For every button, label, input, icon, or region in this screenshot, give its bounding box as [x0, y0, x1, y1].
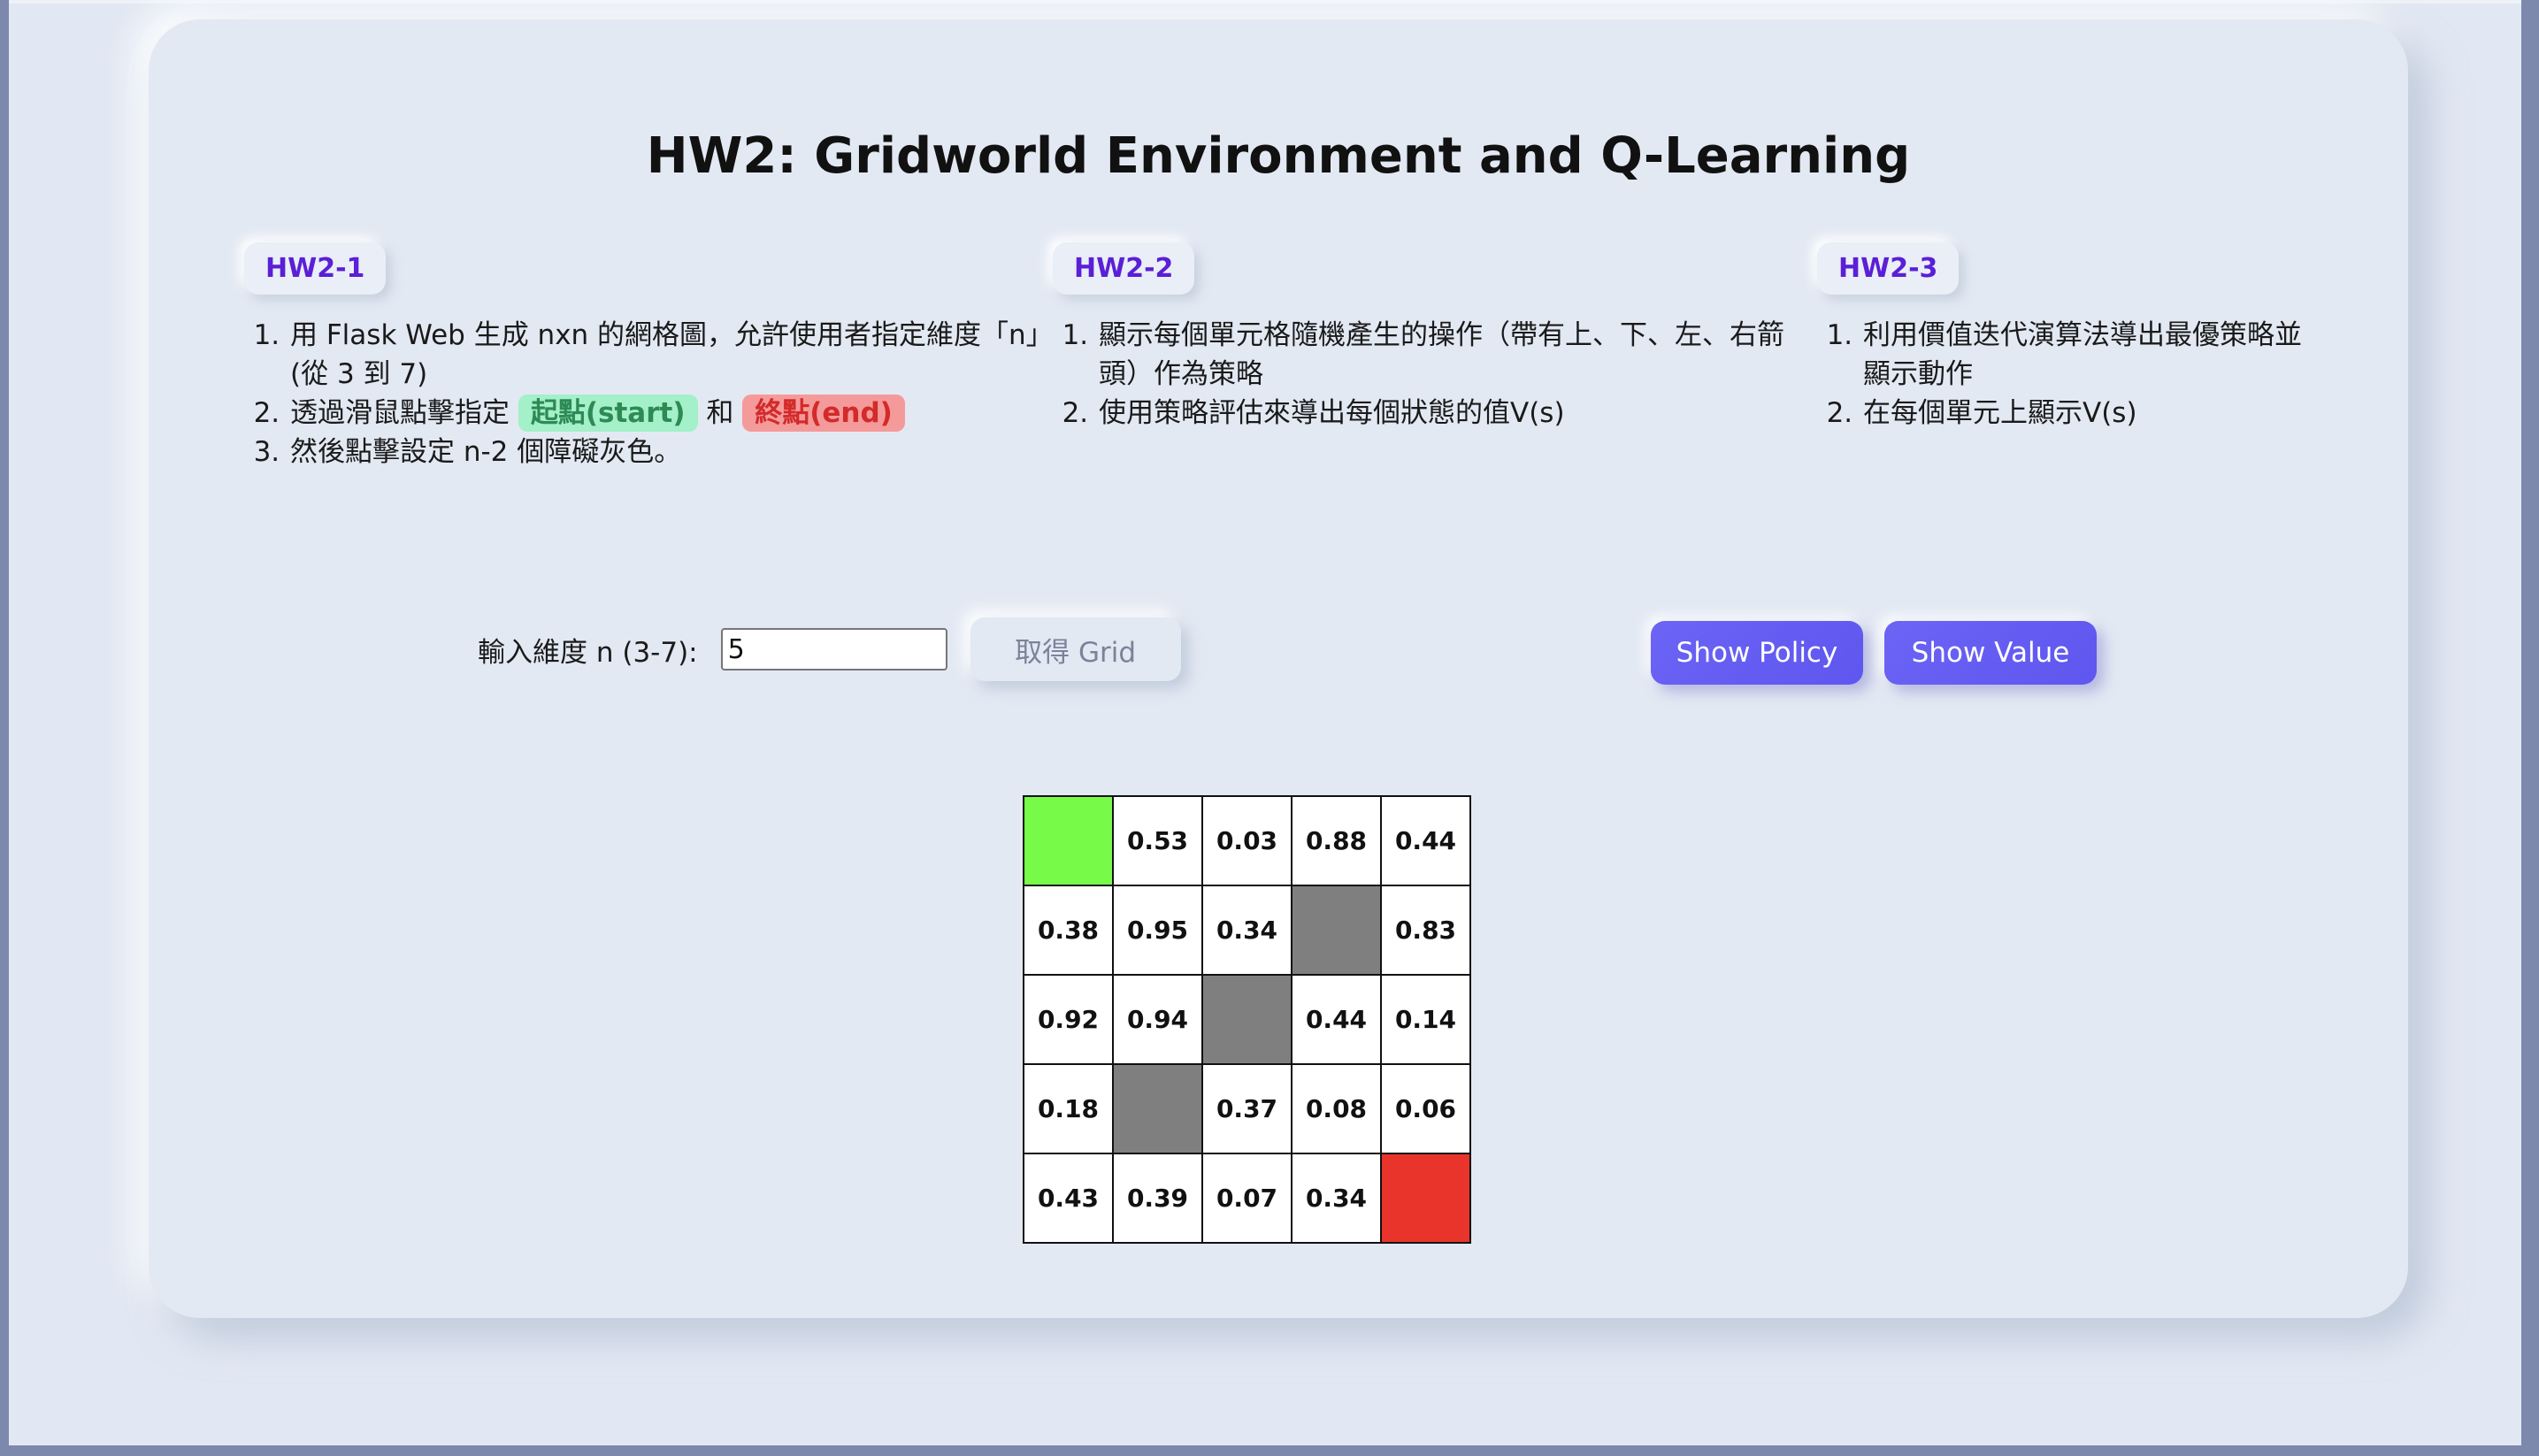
main-card: HW2: Gridworld Environment and Q-Learnin… — [149, 19, 2408, 1318]
list-item-text: 在每個單元上顯示V(s) — [1863, 397, 2137, 429]
grid-cell-end[interactable] — [1380, 1153, 1471, 1244]
grid-cell-empty[interactable]: 0.37 — [1201, 1063, 1293, 1154]
grid-cell-empty[interactable]: 0.18 — [1023, 1063, 1114, 1154]
grid-cell-empty[interactable]: 0.07 — [1201, 1153, 1293, 1244]
section-tag-hw2-2: HW2-2 — [1053, 242, 1195, 295]
list-item-text: 使用策略評估來導出每個狀態的值V(s) — [1099, 397, 1565, 429]
grid-cell-empty[interactable]: 0.95 — [1112, 885, 1203, 976]
start-highlight: 起點(start) — [518, 395, 698, 432]
grid-cell-start[interactable] — [1023, 795, 1114, 886]
section-list-hw2-3: 利用價值迭代演算法導出最優策略並顯示動作 在每個單元上顯示V(s) — [1817, 316, 2313, 433]
list-item-text: 利用價值迭代演算法導出最優策略並顯示動作 — [1863, 319, 2302, 390]
end-highlight: 終點(end) — [742, 395, 905, 432]
section-list-hw2-2: 顯示每個單元格隨機產生的操作（帶有上、下、左、右箭頭）作為策略 使用策略評估來導… — [1053, 316, 1796, 433]
grid-cell-empty[interactable]: 0.43 — [1023, 1153, 1114, 1244]
grid-cell-empty[interactable]: 0.92 — [1023, 974, 1114, 1065]
dimension-controls: 輸入維度 n (3-7): 取得 Grid — [478, 614, 1181, 685]
dimension-input[interactable] — [720, 628, 947, 671]
show-policy-button[interactable]: Show Policy — [1651, 621, 1863, 685]
section-hw2-1: HW2-1 用 Flask Web 生成 nxn 的網格圖，允許使用者指定維度「… — [244, 242, 1040, 471]
show-value-button[interactable]: Show Value — [1884, 621, 2097, 685]
grid-cell-empty[interactable]: 0.38 — [1023, 885, 1114, 976]
section-hw2-2: HW2-2 顯示每個單元格隨機產生的操作（帶有上、下、左、右箭頭）作為策略 使用… — [1053, 242, 1796, 433]
grid-row: 0.92 0.94 0.44 0.14 — [1023, 974, 1471, 1065]
grid-row: 0.53 0.03 0.88 0.44 — [1023, 795, 1471, 886]
grid-cell-empty[interactable]: 0.44 — [1291, 974, 1382, 1065]
grid-row: 0.38 0.95 0.34 0.83 — [1023, 885, 1471, 976]
grid-cell-empty[interactable]: 0.34 — [1201, 885, 1293, 976]
grid-cell-empty[interactable]: 0.06 — [1380, 1063, 1471, 1154]
list-item: 顯示每個單元格隨機產生的操作（帶有上、下、左、右箭頭）作為策略 — [1097, 316, 1796, 394]
grid-cell-empty[interactable]: 0.88 — [1291, 795, 1382, 886]
section-list-hw2-1: 用 Flask Web 生成 nxn 的網格圖，允許使用者指定維度「n」(從 3… — [244, 316, 1040, 471]
grid-cell-empty[interactable]: 0.53 — [1112, 795, 1203, 886]
list-item: 用 Flask Web 生成 nxn 的網格圖，允許使用者指定維度「n」(從 3… — [288, 316, 1040, 394]
page-title: HW2: Gridworld Environment and Q-Learnin… — [646, 127, 1911, 185]
grid-cell-empty[interactable]: 0.39 — [1112, 1153, 1203, 1244]
list-item-text: 用 Flask Web 生成 nxn 的網格圖，允許使用者指定維度「n」(從 3… — [290, 319, 1040, 390]
list-item-text: 然後點擊設定 n-2 個障礙灰色。 — [290, 436, 682, 468]
list-item: 透過滑鼠點擊指定 起點(start) 和 終點(end) — [288, 394, 1040, 433]
gridworld-grid: 0.53 0.03 0.88 0.44 0.38 0.95 0.34 0.83 0.92 0.94… — [1023, 795, 1471, 1244]
grid-cell-empty[interactable]: 0.34 — [1291, 1153, 1382, 1244]
list-item-text: 透過滑鼠點擊指定 — [290, 397, 510, 429]
list-item: 利用價值迭代演算法導出最優策略並顯示動作 — [1861, 316, 2313, 394]
and-text: 和 — [706, 397, 734, 429]
view-controls: Show Policy Show Value — [1651, 621, 2118, 685]
grid-cell-empty[interactable]: 0.03 — [1201, 795, 1293, 886]
list-item: 然後點擊設定 n-2 個障礙灰色。 — [288, 433, 1040, 471]
section-tag-hw2-3: HW2-3 — [1817, 242, 1960, 295]
grid-cell-empty[interactable]: 0.83 — [1380, 885, 1471, 976]
get-grid-button[interactable]: 取得 Grid — [970, 617, 1181, 681]
grid-cell-empty[interactable]: 0.14 — [1380, 974, 1471, 1065]
section-tag-hw2-1: HW2-1 — [244, 242, 387, 295]
grid-cell-obstacle[interactable] — [1201, 974, 1293, 1065]
grid-cell-empty[interactable]: 0.44 — [1380, 795, 1471, 886]
grid-row: 0.43 0.39 0.07 0.34 — [1023, 1153, 1471, 1244]
list-item: 使用策略評估來導出每個狀態的值V(s) — [1097, 394, 1796, 433]
grid-cell-obstacle[interactable] — [1291, 885, 1382, 976]
dimension-label: 輸入維度 n (3-7): — [478, 636, 698, 669]
grid-cell-empty[interactable]: 0.94 — [1112, 974, 1203, 1065]
section-hw2-3: HW2-3 利用價值迭代演算法導出最優策略並顯示動作 在每個單元上顯示V(s) — [1817, 242, 2313, 433]
grid-cell-obstacle[interactable] — [1112, 1063, 1203, 1154]
browser-viewport: HW2: Gridworld Environment and Q-Learnin… — [9, 0, 2521, 1445]
list-item-text: 顯示每個單元格隨機產生的操作（帶有上、下、左、右箭頭）作為策略 — [1099, 319, 1784, 390]
grid-row: 0.18 0.37 0.08 0.06 — [1023, 1063, 1471, 1154]
list-item: 在每個單元上顯示V(s) — [1861, 394, 2313, 433]
grid-cell-empty[interactable]: 0.08 — [1291, 1063, 1382, 1154]
